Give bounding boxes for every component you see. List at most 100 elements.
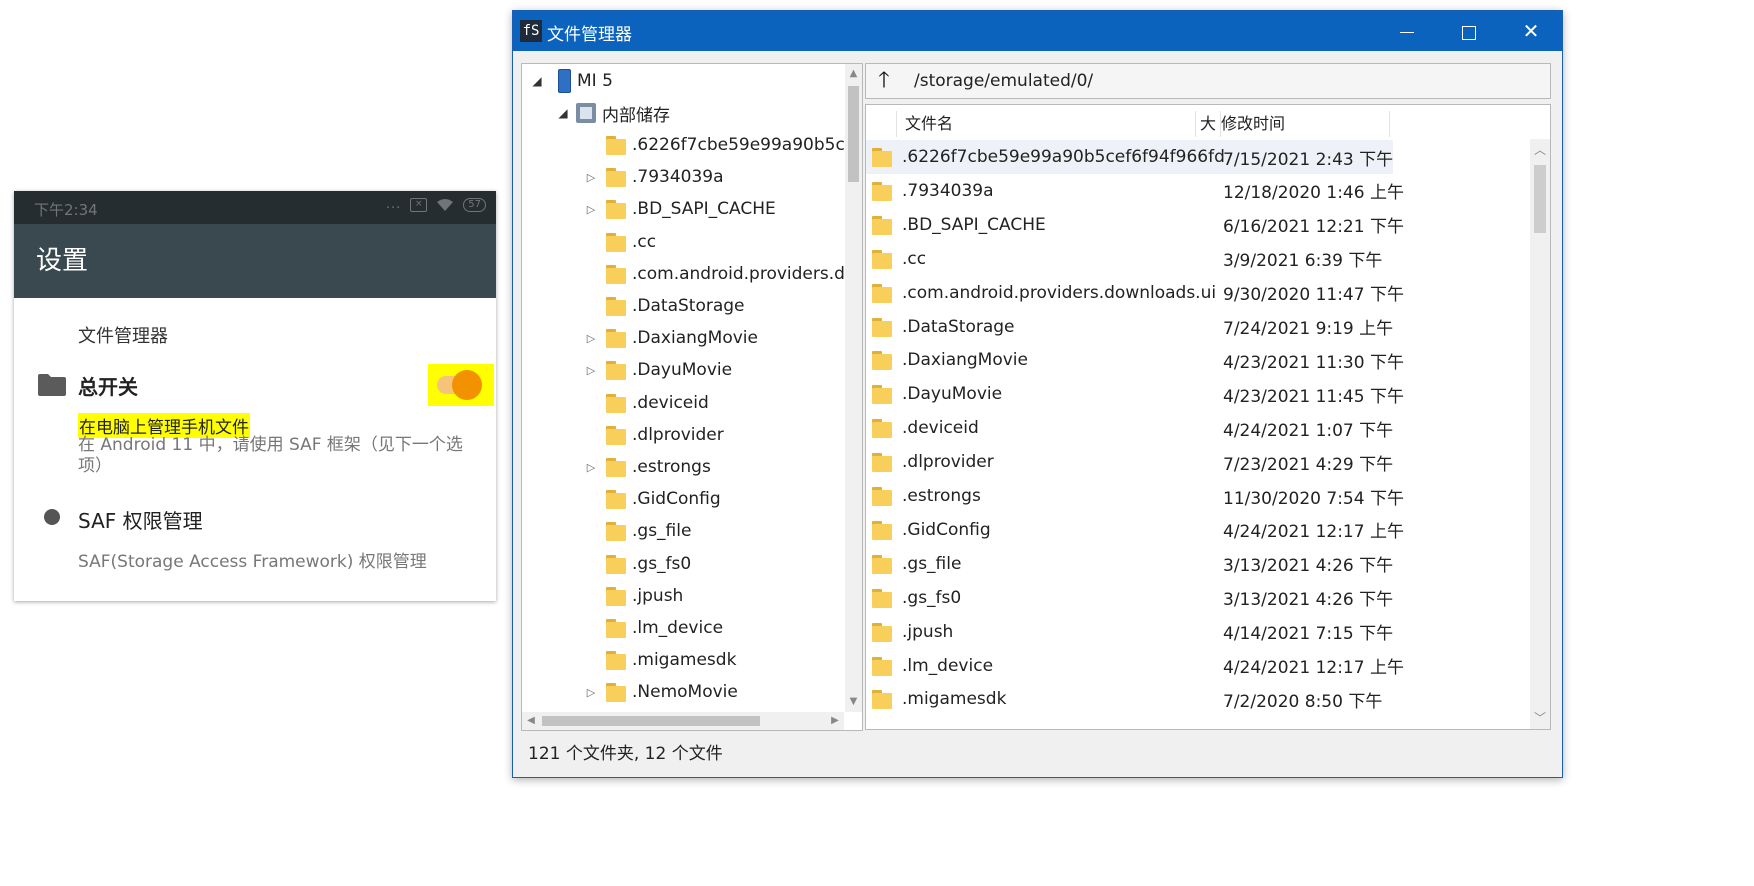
file-row[interactable]: .dlprovider 7/23/2021 4:29 下午 — [866, 445, 1393, 479]
folder-icon — [606, 521, 626, 542]
file-row[interactable]: .jpush 4/14/2021 7:15 下午 — [866, 615, 1393, 649]
tree-node-folder[interactable]: .DataStorage — [584, 291, 745, 321]
folder-icon — [872, 317, 892, 337]
maximize-button[interactable] — [1438, 11, 1500, 51]
tree-node-folder[interactable]: .com.android.providers.dov — [584, 259, 844, 289]
expand-arrow-icon[interactable]: ▷ — [584, 364, 598, 377]
tree-node-label: .7934039a — [632, 167, 724, 188]
list-vertical-scrollbar[interactable]: ︿ ﹀ — [1530, 139, 1550, 729]
column-modified[interactable]: 修改时间 — [1221, 111, 1390, 137]
file-modified: 7/23/2021 4:29 下午 — [1223, 454, 1394, 475]
window-titlebar[interactable]: fS 文件管理器 ✕ — [513, 11, 1562, 51]
file-row[interactable]: .estrongs 11/30/2020 7:54 下午 — [866, 479, 1404, 513]
tree-node-device[interactable]: ◢ MI 5 — [530, 66, 613, 96]
file-name: .deviceid — [902, 418, 979, 439]
tree-node-label: .DayuMovie — [632, 360, 733, 381]
tree-node-folder[interactable]: ▷ .NemoMovie — [584, 677, 738, 707]
phone-settings-panel: 下午2:34 ... × 57 设置 文件管理器 总开关 在电脑上管理手机文件 … — [14, 191, 496, 601]
file-row[interactable]: .DayuMovie 4/23/2021 11:45 下午 — [866, 377, 1404, 411]
tree-node-folder[interactable]: .lm_device — [584, 613, 723, 643]
tree-node-folder[interactable]: .migamesdk — [584, 645, 736, 675]
tree-node-folder[interactable]: .jpush — [584, 581, 683, 611]
minimize-button[interactable] — [1376, 11, 1438, 51]
current-path[interactable]: /storage/emulated/0/ — [914, 71, 1093, 91]
folder-icon — [606, 618, 626, 638]
sim-icon: × — [410, 197, 428, 212]
file-row[interactable]: .DaxiangMovie 4/23/2021 11:30 下午 — [866, 343, 1404, 377]
scroll-thumb[interactable] — [848, 86, 859, 182]
file-row[interactable]: .DataStorage 7/24/2021 9:19 上午 — [866, 310, 1393, 344]
expand-arrow-icon[interactable]: ▷ — [584, 332, 598, 345]
tree-node-folder[interactable]: ▷ .7934039a — [584, 162, 724, 192]
file-row[interactable]: .migamesdk 7/2/2020 8:50 下午 — [866, 682, 1393, 716]
expand-arrow-icon[interactable]: ▷ — [584, 686, 598, 699]
master-switch-title: 总开关 — [78, 375, 138, 399]
column-name[interactable]: 文件名 — [897, 111, 1196, 137]
master-switch-description: 在 Android 11 中，请使用 SAF 框架（见下一个选项） — [78, 435, 463, 476]
file-row[interactable]: .6226f7cbe59e99a90b5cef6f94f966fd 7/15/20… — [866, 140, 1393, 174]
file-row[interactable]: .lm_device 4/24/2021 12:17 上午 — [866, 649, 1404, 683]
minimize-icon — [1400, 31, 1414, 34]
file-row[interactable]: .gs_fs0 3/13/2021 4:26 下午 — [866, 581, 1393, 615]
file-row[interactable]: .deviceid 4/24/2021 1:07 下午 — [866, 411, 1393, 445]
folder-icon — [872, 588, 892, 608]
scroll-up-arrow-icon[interactable]: ▲ — [845, 64, 862, 84]
tree-node-label: .migamesdk — [632, 650, 737, 671]
tree-node-folder[interactable]: ▷ .DaxiangMovie — [584, 323, 758, 353]
tree-node-folder[interactable]: .gs_fs0 — [584, 549, 691, 579]
file-row[interactable]: .7934039a 12/18/2020 1:46 上午 — [866, 174, 1404, 208]
folder-icon — [872, 384, 892, 405]
file-row[interactable]: .BD_SAPI_CACHE 6/16/2021 12:21 下午 — [866, 208, 1404, 242]
expand-arrow-icon[interactable]: ▷ — [584, 203, 598, 216]
collapse-arrow-icon[interactable]: ◢ — [530, 74, 544, 88]
saf-permission-description: SAF(Storage Access Framework) 权限管理 — [78, 552, 427, 572]
scroll-up-arrow-icon[interactable]: ︿ — [1530, 139, 1550, 161]
scroll-left-arrow-icon[interactable]: ◀ — [522, 712, 540, 730]
phone-device-icon — [558, 69, 571, 93]
scroll-thumb[interactable] — [1534, 165, 1546, 233]
folder-icon — [606, 554, 626, 574]
tree-node-folder[interactable]: .dlprovider — [584, 420, 724, 450]
file-name: .gs_fs0 — [902, 587, 962, 608]
scroll-right-arrow-icon[interactable]: ▶ — [826, 712, 844, 730]
tree-node-folder[interactable]: .cc — [584, 227, 656, 257]
up-directory-button[interactable]: 🡑 — [866, 64, 902, 98]
tree-node-folder[interactable]: ▷ .estrongs — [584, 452, 711, 482]
close-button[interactable]: ✕ — [1500, 11, 1562, 51]
file-row[interactable]: .gs_file 3/13/2021 4:26 下午 — [866, 547, 1393, 581]
file-row[interactable]: .cc 3/9/2021 6:39 下午 — [866, 242, 1393, 276]
scroll-thumb[interactable] — [542, 716, 760, 726]
folder-icon — [872, 689, 892, 710]
tree-node-folder[interactable]: ▷ .DayuMovie — [584, 355, 732, 385]
collapse-arrow-icon[interactable]: ◢ — [556, 106, 570, 120]
tree-node-folder[interactable]: ▷ .BD_SAPI_CACHE — [584, 194, 776, 224]
folder-icon — [872, 554, 892, 574]
file-row[interactable]: .com.android.providers.downloads.ui 9/30/… — [866, 276, 1404, 310]
file-name: .DataStorage — [902, 316, 1015, 337]
tree-node-folder[interactable]: .6226f7cbe59e99a90b5cef6 — [584, 130, 844, 160]
expand-arrow-icon[interactable]: ▷ — [584, 171, 598, 184]
tree-vertical-scrollbar[interactable]: ▲ ▼ — [845, 64, 862, 712]
file-modified: 7/15/2021 2:43 下午 — [1223, 149, 1394, 170]
folder-icon — [606, 328, 626, 349]
scroll-down-arrow-icon[interactable]: ▼ — [845, 692, 862, 712]
tree-horizontal-scrollbar[interactable]: ◀ ▶ — [522, 712, 844, 730]
master-switch-toggle[interactable] — [428, 364, 494, 406]
tree-node-label: .BD_SAPI_CACHE — [632, 199, 776, 220]
folder-tree-list: ◢ MI 5 ◢ 内部储存 .6226f7cbe59e99a90b5cef6 ▷.… — [522, 64, 844, 712]
file-modified: 7/2/2020 8:50 下午 — [1223, 691, 1383, 712]
saf-permission-title[interactable]: SAF 权限管理 — [78, 505, 203, 534]
phone-status-bar: 下午2:34 ... × 57 — [14, 191, 496, 224]
tree-node-label: .gs_file — [632, 521, 692, 542]
file-row[interactable]: .GidConfig 4/24/2021 12:17 上午 — [866, 513, 1404, 547]
tree-node-folder[interactable]: .deviceid — [584, 388, 709, 418]
folder-icon — [606, 393, 626, 413]
scroll-down-arrow-icon[interactable]: ﹀ — [1530, 707, 1550, 729]
tree-node-folder[interactable]: .GidConfig — [584, 484, 721, 514]
expand-arrow-icon[interactable]: ▷ — [584, 461, 598, 474]
folder-icon — [872, 215, 892, 235]
tree-node-folder[interactable]: .gs_file — [584, 516, 691, 546]
column-size[interactable]: 大 — [1196, 111, 1221, 137]
file-modified: 4/24/2021 12:17 上午 — [1223, 658, 1404, 678]
tree-node-storage[interactable]: ◢ 内部储存 — [556, 98, 670, 128]
